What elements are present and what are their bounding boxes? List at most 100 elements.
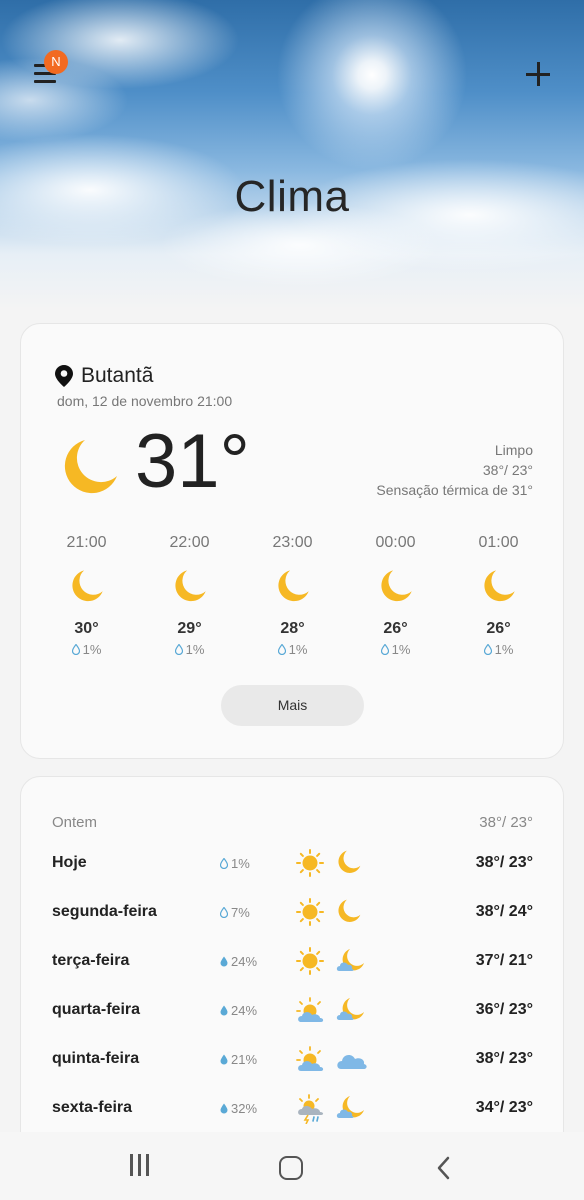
moon-icon xyxy=(277,570,309,602)
moon-icon xyxy=(483,570,515,602)
hour-temp: 30° xyxy=(74,620,99,637)
moon-icon xyxy=(64,440,117,494)
day-name: terça-feira xyxy=(52,952,130,969)
droplet-icon xyxy=(380,644,389,655)
daily-row[interactable]: segunda-feira 7% 38°/ 24° xyxy=(52,898,533,928)
current-datetime: dom, 12 de novembro 21:00 xyxy=(57,393,233,409)
droplet-icon xyxy=(277,644,286,655)
precip-value: 21% xyxy=(231,1052,258,1067)
daily-forecast-card: Ontem 38°/ 23° Hoje 1% 38°/ 23° segunda-… xyxy=(20,776,564,1156)
droplet-icon xyxy=(220,858,228,869)
day-temps: 37°/ 21° xyxy=(475,952,533,969)
current-temperature: 31° xyxy=(135,419,250,504)
yesterday-temps: 38°/ 23° xyxy=(479,814,533,831)
page-title: Clima xyxy=(234,172,350,221)
location-name: Butantã xyxy=(81,364,154,387)
yesterday-row: Ontem 38°/ 23° xyxy=(52,814,533,831)
cloud-icon xyxy=(337,1055,367,1069)
hour-time: 01:00 xyxy=(478,534,519,551)
sun-icon xyxy=(296,849,324,877)
droplet-icon xyxy=(71,644,80,655)
hourly-item: 23:00 28° 1% xyxy=(241,534,344,657)
hour-temp: 28° xyxy=(280,620,305,637)
hour-temp: 26° xyxy=(383,620,408,637)
location-pin-icon xyxy=(55,365,73,387)
moon-cloud-icon xyxy=(336,998,364,1020)
header-background xyxy=(0,0,584,310)
moon-icon xyxy=(174,570,206,602)
hour-temp: 29° xyxy=(177,620,202,637)
hour-time: 00:00 xyxy=(375,534,416,551)
hour-precip: 1% xyxy=(447,642,550,657)
precip-value: 32% xyxy=(231,1101,258,1116)
location-row: Butantã xyxy=(55,364,153,388)
moon-cloud-icon xyxy=(336,949,364,971)
droplet-icon xyxy=(220,956,228,967)
hourly-item: 00:00 26° 1% xyxy=(344,534,447,657)
hourly-item: 01:00 26° 1% xyxy=(447,534,550,657)
moon-cloud-icon xyxy=(336,1096,364,1118)
recents-bar xyxy=(138,1154,141,1176)
day-temps: 34°/ 23° xyxy=(475,1099,533,1116)
day-precip: 7% xyxy=(220,905,250,920)
menu-bar xyxy=(34,80,56,83)
day-precip: 1% xyxy=(220,856,250,871)
hourly-forecast: 21:00 30° 1% 22:00 29° 1% 23:00 28° 1% 0… xyxy=(35,534,551,657)
daily-row[interactable]: Hoje 1% 38°/ 23° xyxy=(52,849,533,879)
daily-row[interactable]: quinta-feira 21% 38°/ 23° xyxy=(52,1045,533,1075)
sun-icon xyxy=(296,898,324,926)
precip-value: 24% xyxy=(231,1003,258,1018)
day-temps: 38°/ 23° xyxy=(475,854,533,871)
moon-icon xyxy=(380,570,412,602)
day-name: Hoje xyxy=(52,854,87,871)
day-name: quarta-feira xyxy=(52,1001,141,1018)
day-temps: 38°/ 24° xyxy=(475,903,533,920)
condition-block: Limpo 38°/ 23° Sensação térmica de 31° xyxy=(376,440,533,500)
day-name: segunda-feira xyxy=(52,903,157,920)
daily-row[interactable]: terça-feira 24% 37°/ 21° xyxy=(52,947,533,977)
droplet-icon xyxy=(174,644,183,655)
hour-precip: 1% xyxy=(35,642,138,657)
hour-precip: 1% xyxy=(241,642,344,657)
day-temps: 36°/ 23° xyxy=(475,1001,533,1018)
droplet-icon xyxy=(220,1103,228,1114)
hour-temp: 26° xyxy=(486,620,511,637)
daily-row[interactable]: quarta-feira 24% 36°/ 23° xyxy=(52,996,533,1026)
current-weather-card[interactable]: Butantã dom, 12 de novembro 21:00 31° Li… xyxy=(20,323,564,759)
high-low-temp: 38°/ 23° xyxy=(482,462,533,478)
day-precip: 21% xyxy=(220,1052,257,1067)
sun-icon xyxy=(296,947,324,975)
precip-value: 1% xyxy=(82,642,102,657)
home-icon[interactable] xyxy=(279,1156,303,1180)
day-name: quinta-feira xyxy=(52,1050,140,1067)
precip-value: 1% xyxy=(288,642,308,657)
droplet-icon xyxy=(220,1005,228,1016)
hourly-item: 22:00 29° 1% xyxy=(138,534,241,657)
sun-storm-icon xyxy=(298,1094,324,1124)
hour-time: 22:00 xyxy=(169,534,210,551)
sun-cloud-icon xyxy=(296,1046,324,1071)
feels-like: Sensação térmica de 31° xyxy=(376,482,533,498)
hour-precip: 1% xyxy=(344,642,447,657)
recent-apps-icon[interactable] xyxy=(128,1154,152,1176)
precip-value: 1% xyxy=(231,856,250,871)
day-temps: 38°/ 23° xyxy=(475,1050,533,1067)
moon-icon xyxy=(338,850,361,873)
yesterday-label: Ontem xyxy=(52,814,98,831)
hour-time: 21:00 xyxy=(66,534,107,551)
moon-icon xyxy=(71,570,103,602)
precip-value: 1% xyxy=(494,642,514,657)
back-arrow-icon[interactable] xyxy=(434,1156,454,1180)
moon-icon xyxy=(338,899,361,922)
system-navbar xyxy=(0,1132,584,1200)
recents-bar xyxy=(146,1154,149,1176)
hour-precip: 1% xyxy=(138,642,241,657)
daily-row[interactable]: sexta-feira 32% 34°/ 23° xyxy=(52,1094,533,1124)
droplet-icon xyxy=(220,907,228,918)
day-precip: 32% xyxy=(220,1101,257,1116)
precip-value: 24% xyxy=(231,954,258,969)
more-button[interactable]: Mais xyxy=(221,685,364,726)
precip-value: 1% xyxy=(391,642,411,657)
add-location-button[interactable] xyxy=(526,62,550,86)
droplet-icon xyxy=(483,644,492,655)
